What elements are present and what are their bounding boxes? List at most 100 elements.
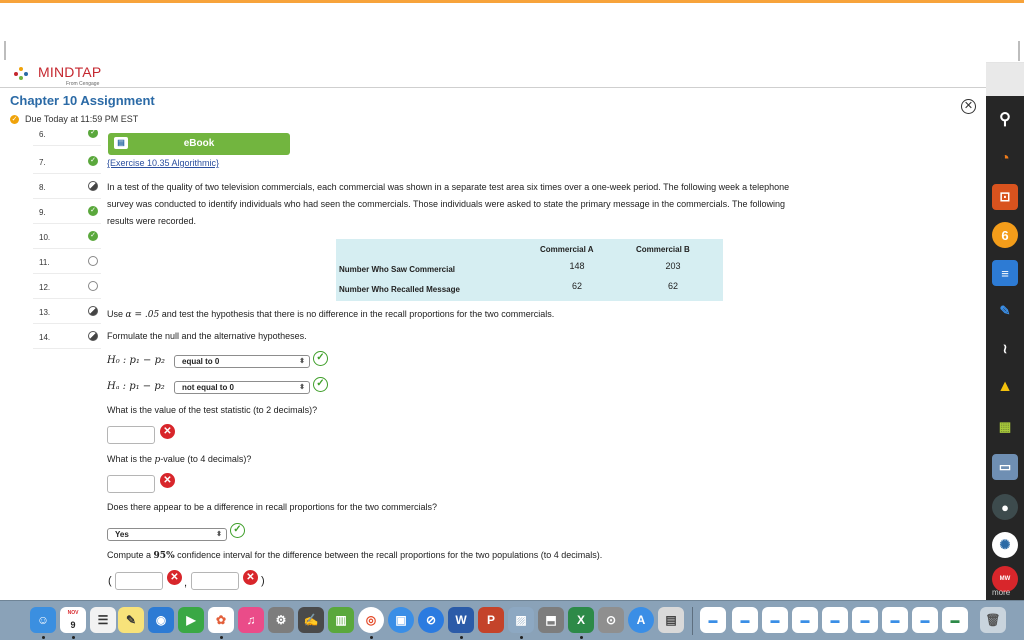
question-nav-item[interactable]: 10. ✓ (33, 225, 101, 249)
cards-icon[interactable]: ▭ (992, 454, 1018, 480)
question-nav-item[interactable]: 14. (33, 325, 101, 349)
incorrect-x-icon: ✕ (160, 473, 175, 488)
word-icon[interactable]: W (448, 607, 474, 633)
screen: MINDTAP From Cengage Chapter 10 Assignme… (0, 0, 1024, 640)
select-arrow-icon: ⬍ (299, 384, 305, 391)
close-button[interactable]: ✕ (961, 99, 976, 114)
question-nav-item[interactable]: 11. (33, 250, 101, 274)
calendar-icon[interactable]: NOV 9 (60, 607, 86, 633)
paren-open: ( (108, 575, 112, 587)
notes-icon[interactable]: ≡ (992, 260, 1018, 286)
running-indicator (460, 636, 463, 639)
instruction-text: Use α = .05 and test the hypothesis that… (107, 309, 555, 320)
paren-close: ) (261, 575, 265, 587)
image-capture-icon[interactable]: ▤ (658, 607, 684, 633)
h0-select[interactable]: equal to 0 ⬍ (174, 355, 310, 368)
question-nav-item[interactable]: 13. (33, 300, 101, 324)
correct-check-icon: ✓ (313, 377, 328, 392)
data-table: Commercial A Commercial B Number Who Saw… (336, 239, 723, 301)
logo-text: MINDTAP (38, 64, 102, 80)
ci-upper-input[interactable] (191, 572, 239, 590)
question-intro-line: In a test of the quality of two televisi… (107, 182, 790, 192)
document-thumbnail-icon[interactable]: ▬ (792, 607, 818, 633)
six-app-icon[interactable]: 6 (992, 222, 1018, 248)
table-cell: 148 (569, 261, 585, 271)
comma: , (184, 577, 188, 589)
correct-check-icon: ✓ (313, 351, 328, 366)
ha-select[interactable]: not equal to 0 ⬍ (174, 381, 310, 394)
browser-top-area (0, 3, 1024, 63)
excel-icon[interactable]: X (568, 607, 594, 633)
reminders-icon[interactable]: ☰ (90, 607, 116, 633)
left-bracket (4, 41, 6, 61)
readspeaker-icon[interactable]: ≀ (992, 336, 1018, 362)
more-link[interactable]: more (992, 588, 1010, 597)
question-nav-item[interactable]: 8. (33, 175, 101, 199)
question-nav-item[interactable]: 6. ✓ (33, 130, 101, 146)
question-intro-line: results were recorded. (107, 216, 197, 226)
music-icon[interactable]: ♫ (238, 607, 264, 633)
incorrect-x-icon: ✕ (167, 570, 182, 585)
ci-prompt: Compute a 95% confidence interval for th… (107, 550, 603, 561)
due-date: ✓ Due Today at 11:59 PM EST (10, 114, 138, 124)
document-thumbnail-icon[interactable]: ▬ (882, 607, 908, 633)
status-icon-partial (88, 181, 98, 191)
finder-icon[interactable]: ☺ (30, 607, 56, 633)
office-icon[interactable]: ⊡ (992, 184, 1018, 210)
exercise-link[interactable]: {Exercise 10.35 Algorithmic} (107, 158, 219, 168)
chrome-icon[interactable]: ◎ (358, 607, 384, 633)
question-nav-item[interactable]: 7. ✓ (33, 150, 101, 174)
photos-icon[interactable]: ✿ (208, 607, 234, 633)
trash-icon[interactable]: 🗑 (980, 607, 1006, 633)
google-drive-icon[interactable]: ▲ (992, 374, 1018, 400)
difference-prompt: Does there appear to be a difference in … (107, 502, 438, 512)
document-thumbnail-icon[interactable]: ▬ (852, 607, 878, 633)
ci-lower-input[interactable] (115, 572, 163, 590)
select-arrow-icon: ⬍ (216, 531, 222, 538)
running-indicator (72, 636, 75, 639)
installer-icon[interactable]: ⬒ (538, 607, 564, 633)
question-nav-item[interactable]: 9. ✓ (33, 200, 101, 224)
messages-icon[interactable]: ◉ (148, 607, 174, 633)
search-icon[interactable]: ⚲ (992, 106, 1018, 132)
header-divider (0, 87, 986, 88)
running-indicator (42, 636, 45, 639)
preview-icon[interactable]: ▨ (508, 607, 534, 633)
notes-app-icon[interactable]: ✎ (118, 607, 144, 633)
facetime-icon[interactable]: ▶ (178, 607, 204, 633)
document-thumbnail-icon[interactable]: ▬ (912, 607, 938, 633)
document-thumbnail-icon[interactable]: ▬ (700, 607, 726, 633)
document-thumbnail-icon[interactable]: ▬ (822, 607, 848, 633)
disk-utility-icon[interactable]: ⊙ (598, 607, 624, 633)
powerpoint-icon[interactable]: P (478, 607, 504, 633)
running-indicator (580, 636, 583, 639)
running-indicator (220, 636, 223, 639)
profile-icon[interactable]: ● (992, 494, 1018, 520)
incorrect-x-icon: ✕ (160, 424, 175, 439)
rss-icon[interactable]: ◔ (992, 146, 1018, 172)
question-nav-item[interactable]: 12. (33, 275, 101, 299)
wheel-icon[interactable]: ✺ (992, 532, 1018, 558)
numbers-icon[interactable]: ▥ (328, 607, 354, 633)
document-thumbnail-icon[interactable]: ▬ (762, 607, 788, 633)
pencil-icon[interactable]: ✎ (992, 298, 1018, 324)
flashcards-icon[interactable]: ▦ (992, 414, 1018, 440)
macos-dock: ☺ NOV 9 ☰ ✎ ◉ ▶ ✿ ♫ ⚙ ✍ ▥ ◎ ▣ ⊘ W P ▨ ⬒ … (0, 600, 1024, 640)
assignment-title: Chapter 10 Assignment (10, 93, 155, 108)
ebook-button[interactable]: ▤ eBook (108, 133, 290, 155)
document-thumbnail-icon[interactable]: ▬ (942, 607, 968, 633)
alpha-value: α = .05 (125, 310, 160, 320)
table-row-label: Number Who Saw Commercial (339, 265, 456, 274)
book-icon: ▤ (114, 137, 128, 149)
test-stat-input[interactable] (107, 426, 155, 444)
document-thumbnail-icon[interactable]: ▬ (732, 607, 758, 633)
zoom-icon[interactable]: ▣ (388, 607, 414, 633)
system-preferences-icon[interactable]: ⚙ (268, 607, 294, 633)
table-row-label: Number Who Recalled Message (339, 285, 460, 294)
logo-dots-icon (14, 66, 34, 80)
app-store-icon[interactable]: A (628, 607, 654, 633)
safari-icon[interactable]: ⊘ (418, 607, 444, 633)
pvalue-input[interactable] (107, 475, 155, 493)
script-editor-icon[interactable]: ✍ (298, 607, 324, 633)
difference-select[interactable]: Yes ⬍ (107, 528, 227, 541)
